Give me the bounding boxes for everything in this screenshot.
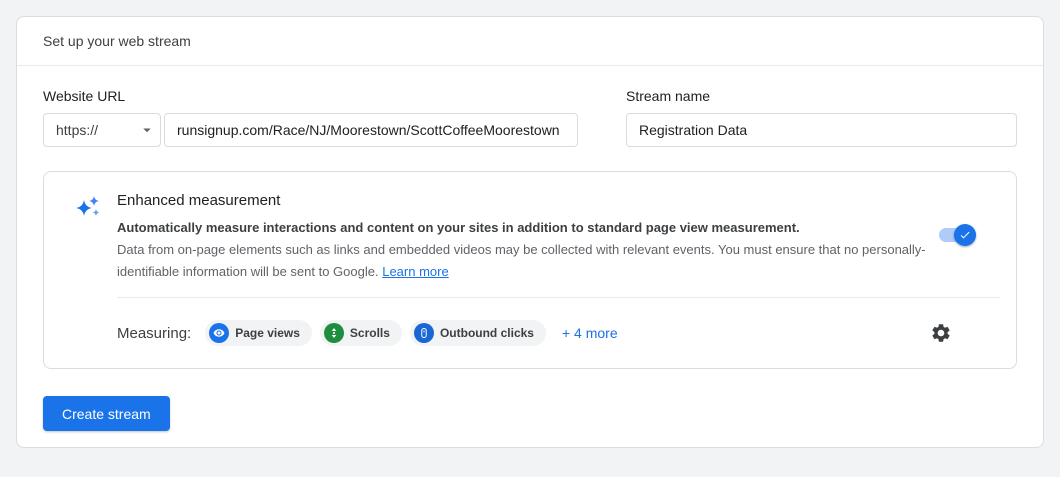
more-measurements-link[interactable]: + 4 more [562, 325, 618, 341]
eye-icon [209, 323, 230, 343]
measuring-label: Measuring: [117, 324, 192, 342]
website-url-input[interactable] [164, 113, 578, 147]
protocol-dropdown[interactable]: https:// [43, 113, 161, 147]
enhanced-measurement-card: Enhanced measurement Automatically measu… [43, 171, 1017, 369]
stream-name-label: Stream name [626, 88, 711, 104]
chip-page-views: Page views [205, 320, 312, 346]
gear-icon[interactable] [930, 322, 952, 344]
enhanced-measurement-description-bold: Automatically measure interactions and c… [117, 220, 800, 235]
enhanced-measurement-toggle[interactable] [939, 224, 976, 246]
chip-outbound-clicks: Outbound clicks [409, 320, 546, 346]
learn-more-link[interactable]: Learn more [382, 264, 448, 279]
enhanced-measurement-description: Data from on-page elements such as links… [117, 242, 926, 279]
chip-label: Scrolls [349, 326, 390, 340]
website-url-field-group: Website URL https:// [43, 88, 578, 147]
sparkle-icon [74, 192, 102, 283]
setup-web-stream-panel: Set up your web stream Website URL https… [16, 16, 1044, 448]
scroll-arrows-icon [323, 323, 344, 343]
measuring-row: Measuring: Page views Scrolls Outbound c… [44, 298, 1016, 368]
create-stream-button[interactable]: Create stream [43, 396, 170, 431]
panel-title: Set up your web stream [43, 33, 191, 49]
stream-name-input[interactable] [626, 113, 1017, 147]
chip-label: Outbound clicks [439, 326, 534, 340]
protocol-dropdown-value: https:// [56, 122, 99, 138]
toggle-thumb-checked [954, 224, 976, 246]
website-url-label: Website URL [43, 88, 126, 104]
chip-scrolls: Scrolls [319, 320, 402, 346]
chip-label: Page views [235, 326, 300, 340]
stream-name-field-group: Stream name [626, 88, 1017, 147]
chevron-down-icon [138, 121, 156, 139]
enhanced-measurement-title: Enhanced measurement [117, 192, 281, 209]
stream-form-row: Website URL https:// Stream name [43, 88, 1017, 147]
mouse-icon [413, 323, 434, 343]
panel-header: Set up your web stream [17, 17, 1043, 66]
